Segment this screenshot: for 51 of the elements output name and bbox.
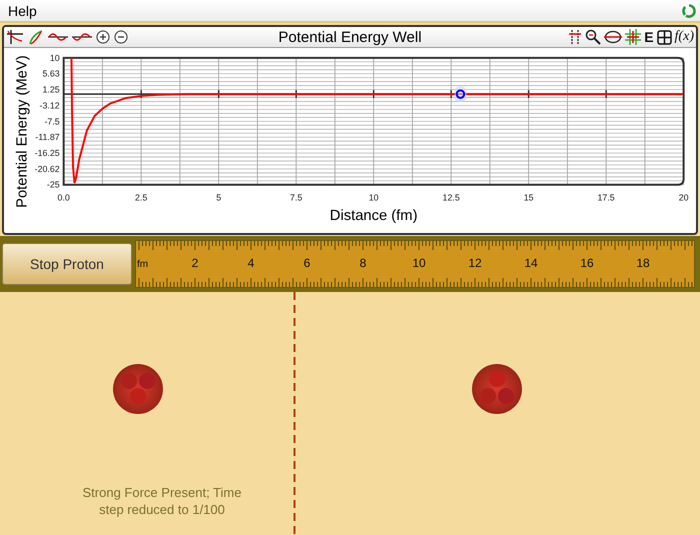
x-tick-label: 12.5 bbox=[442, 192, 460, 203]
wave-icon[interactable] bbox=[72, 31, 92, 43]
energy-button[interactable]: E bbox=[644, 29, 654, 45]
ruler-label: 4 bbox=[248, 256, 254, 270]
grid-icon[interactable] bbox=[656, 30, 672, 44]
y-axis-label: Potential Energy (MeV) bbox=[14, 55, 30, 208]
ruler-label: 2 bbox=[192, 256, 198, 270]
ruler-icon[interactable] bbox=[568, 29, 582, 45]
ruler-unit: fm bbox=[137, 259, 148, 270]
y-tick-label: -20.62 bbox=[34, 164, 60, 174]
y-tick-label: -3.12 bbox=[40, 100, 60, 110]
x-tick-label: 20 bbox=[678, 192, 689, 203]
nucleus bbox=[112, 363, 164, 415]
y-tick-label: -7.5 bbox=[44, 116, 60, 126]
y-tick-label: -25 bbox=[46, 180, 60, 190]
status-message: Strong Force Present; Time step reduced to 1/100 bbox=[82, 484, 242, 518]
x-axis-label: Distance (fm) bbox=[330, 208, 418, 224]
function-button[interactable]: f(x) bbox=[674, 29, 694, 45]
y-tick-label: -11.87 bbox=[35, 132, 60, 142]
axes-icon[interactable] bbox=[6, 29, 24, 45]
y-tick-label: 1.25 bbox=[42, 84, 60, 95]
curve-icon[interactable] bbox=[28, 29, 44, 45]
refresh-icon[interactable] bbox=[682, 4, 696, 18]
x-tick-label: 5 bbox=[216, 192, 222, 203]
ellipse-icon[interactable] bbox=[604, 30, 622, 44]
x-tick-label: 17.5 bbox=[598, 192, 615, 203]
nucleus bbox=[471, 363, 523, 415]
wave-icon[interactable] bbox=[48, 31, 68, 43]
x-tick-label: 2.5 bbox=[135, 192, 148, 203]
chart-title: Potential Energy Well bbox=[278, 28, 422, 46]
help-menu[interactable]: Help bbox=[8, 2, 37, 18]
particle-marker[interactable] bbox=[454, 86, 466, 102]
y-tick-label: 10 bbox=[50, 52, 60, 63]
x-tick-label: 0.0 bbox=[58, 192, 70, 203]
y-tick-label: 5.63 bbox=[42, 68, 60, 79]
ruler-label: 14 bbox=[524, 256, 538, 270]
ruler-label: 16 bbox=[580, 256, 594, 270]
stop-proton-button[interactable]: Stop Proton bbox=[2, 243, 132, 285]
ruler-label: 12 bbox=[468, 256, 482, 270]
ruler-label: 18 bbox=[636, 256, 650, 270]
ruler-label: 6 bbox=[304, 256, 310, 270]
x-tick-label: 7.5 bbox=[290, 192, 302, 203]
ruler[interactable]: fm 2 4 6 8 10 12 14 16 18 bbox=[135, 240, 695, 288]
x-tick-label: 15 bbox=[524, 192, 534, 203]
zoom-in-icon[interactable] bbox=[96, 30, 110, 44]
ruler-label: 8 bbox=[360, 256, 366, 270]
x-tick-label: 10 bbox=[368, 192, 379, 203]
magnifier-icon[interactable] bbox=[585, 29, 602, 45]
y-tick-label: -16.25 bbox=[34, 148, 60, 158]
zoom-out-icon[interactable] bbox=[114, 30, 128, 44]
ruler-label: 10 bbox=[412, 256, 426, 270]
